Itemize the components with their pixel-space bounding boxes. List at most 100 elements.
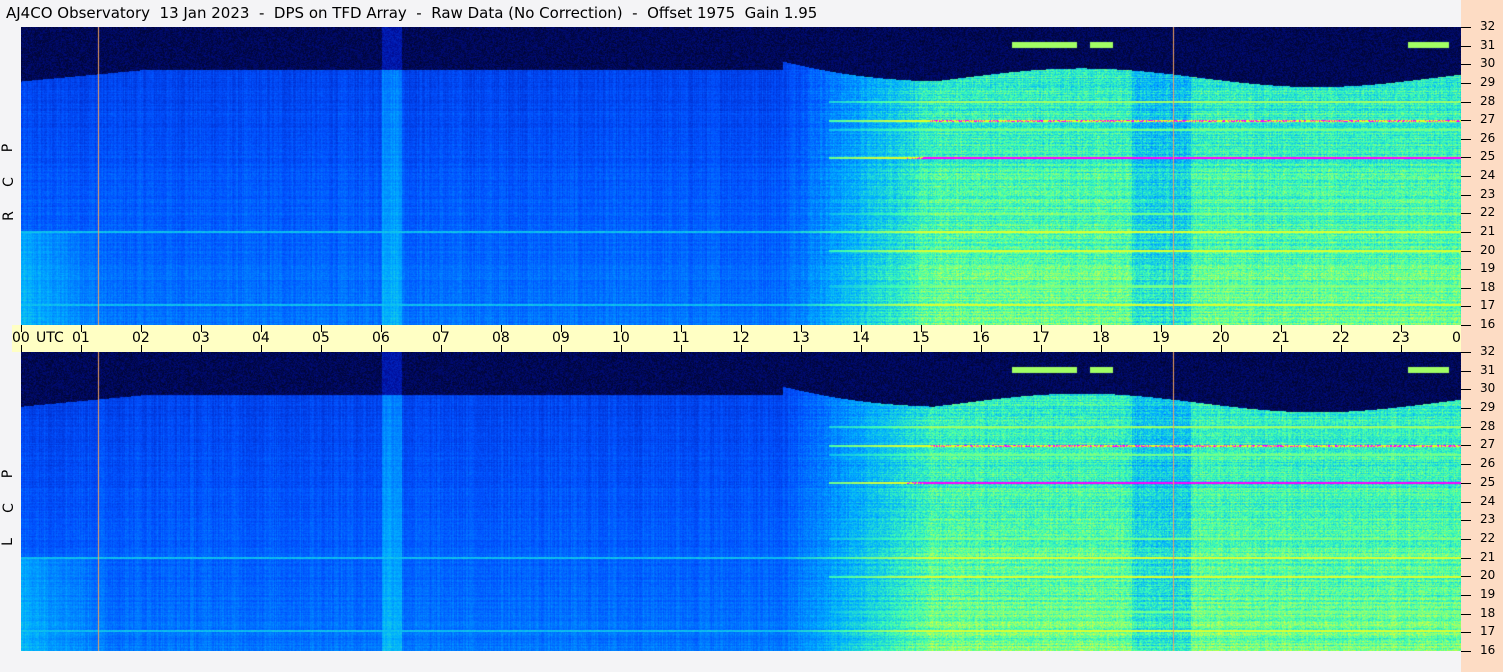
rcp-heatmap-canvas (21, 27, 1461, 325)
utc-tick-label: 11 (672, 330, 690, 346)
utc-tick-label: 23 (1392, 330, 1410, 346)
mhz-tick-label: 28 (1480, 419, 1496, 433)
mhz-tick-mark (1461, 389, 1471, 390)
mhz-tick-label: 20 (1480, 568, 1496, 582)
mhz-tick-label: 30 (1480, 381, 1496, 395)
mhz-tick-label: 23 (1480, 512, 1496, 526)
utc-tick-label: 16 (972, 330, 990, 346)
utc-tick-mark (741, 345, 742, 352)
utc-tick-mark (321, 345, 322, 352)
mhz-tick-label: 16 (1480, 317, 1496, 331)
utc-tick-mark (981, 345, 982, 352)
polarization-letter: P (0, 469, 17, 479)
utc-tick-label: 09 (552, 330, 570, 346)
utc-tick-mark (141, 345, 142, 352)
utc-tick-mark (561, 345, 562, 352)
mhz-tick-mark (1461, 288, 1471, 289)
rcp-spectrogram (21, 27, 1461, 325)
utc-tick-label: 15 (912, 330, 930, 346)
lcp-heatmap-canvas (21, 352, 1461, 651)
utc-tick-mark (501, 345, 502, 352)
utc-tick-mark (921, 345, 922, 352)
utc-tick-mark (861, 345, 862, 352)
mhz-tick-label: 29 (1480, 400, 1496, 414)
utc-tick-mark (1221, 345, 1222, 352)
mhz-tick-label: 19 (1480, 261, 1496, 275)
mhz-tick-mark (1461, 576, 1471, 577)
mhz-tick-mark (1461, 632, 1471, 633)
mhz-tick-label: 18 (1480, 606, 1496, 620)
utc-time-axis: 00 01 02 03 04 05 06 07 08 09 10 11 12 13 14 15 16 17 18 19… (12, 325, 1490, 352)
utc-tick-label: 18 (1092, 330, 1110, 346)
mhz-tick-mark (1461, 445, 1471, 446)
utc-axis-label: UTC (36, 330, 64, 346)
utc-tick-label: 13 (792, 330, 810, 346)
mhz-tick-mark (1461, 232, 1471, 233)
mhz-tick-label: 17 (1480, 298, 1496, 312)
mhz-tick-label: 24 (1480, 494, 1496, 508)
utc-tick-mark (1101, 345, 1102, 352)
utc-tick-label: 14 (852, 330, 870, 346)
utc-tick-label: 22 (1332, 330, 1350, 346)
mhz-tick-mark (1461, 558, 1471, 559)
mhz-tick-mark (1461, 464, 1471, 465)
mhz-tick-mark (1461, 195, 1471, 196)
mhz-tick-label: 16 (1480, 643, 1496, 657)
utc-tick-mark (1341, 345, 1342, 352)
mhz-tick-label: 22 (1480, 531, 1496, 545)
utc-tick-mark (621, 345, 622, 352)
utc-tick-label: 04 (252, 330, 270, 346)
mhz-tick-mark (1461, 325, 1471, 326)
mhz-tick-mark (1461, 502, 1471, 503)
mhz-tick-mark (1461, 27, 1471, 28)
lcp-spectrogram (21, 352, 1461, 651)
mhz-tick-mark (1461, 595, 1471, 596)
mhz-tick-label: 19 (1480, 587, 1496, 601)
mhz-tick-label: 22 (1480, 205, 1496, 219)
mhz-tick-mark (1461, 176, 1471, 177)
mhz-tick-mark (1461, 269, 1471, 270)
mhz-tick-label: 26 (1480, 456, 1496, 470)
mhz-tick-label: 23 (1480, 187, 1496, 201)
mhz-tick-mark (1461, 102, 1471, 103)
mhz-tick-label: 31 (1480, 363, 1496, 377)
mhz-tick-mark (1461, 408, 1471, 409)
chart-title: AJ4CO Observatory 13 Jan 2023 - DPS on T… (6, 4, 818, 22)
utc-tick-label: 05 (312, 330, 330, 346)
mhz-tick-label: 32 (1480, 344, 1496, 358)
mhz-tick-mark (1461, 83, 1471, 84)
polarization-letter: C (0, 177, 17, 187)
mhz-tick-label: 24 (1480, 168, 1496, 182)
utc-tick-label: 00 (12, 330, 30, 346)
utc-tick-label: 10 (612, 330, 630, 346)
utc-tick-mark (1161, 345, 1162, 352)
mhz-tick-mark (1461, 539, 1471, 540)
mhz-tick-label: 18 (1480, 280, 1496, 294)
polarization-letter: C (0, 503, 17, 513)
mhz-tick-label: 25 (1480, 475, 1496, 489)
mhz-tick-label: 21 (1480, 550, 1496, 564)
utc-tick-mark (441, 345, 442, 352)
utc-tick-label: 07 (432, 330, 450, 346)
mhz-tick-mark (1461, 157, 1471, 158)
utc-tick-mark (681, 345, 682, 352)
mhz-tick-label: 29 (1480, 75, 1496, 89)
mhz-tick-label: 25 (1480, 149, 1496, 163)
mhz-tick-mark (1461, 614, 1471, 615)
utc-tick-mark (21, 345, 22, 352)
mhz-tick-mark (1461, 251, 1471, 252)
mhz-tick-mark (1461, 427, 1471, 428)
utc-tick-label: 19 (1152, 330, 1170, 346)
utc-tick-mark (201, 345, 202, 352)
mhz-tick-label: 20 (1480, 243, 1496, 257)
mhz-tick-label: 17 (1480, 624, 1496, 638)
utc-tick-mark (1041, 345, 1042, 352)
utc-tick-label: 21 (1272, 330, 1290, 346)
mhz-tick-mark (1461, 371, 1471, 372)
utc-tick-mark (801, 345, 802, 352)
mhz-tick-mark (1461, 139, 1471, 140)
mhz-tick-label: 27 (1480, 437, 1496, 451)
mhz-tick-label: 27 (1480, 112, 1496, 126)
mhz-tick-mark (1461, 651, 1471, 652)
mhz-tick-mark (1461, 213, 1471, 214)
